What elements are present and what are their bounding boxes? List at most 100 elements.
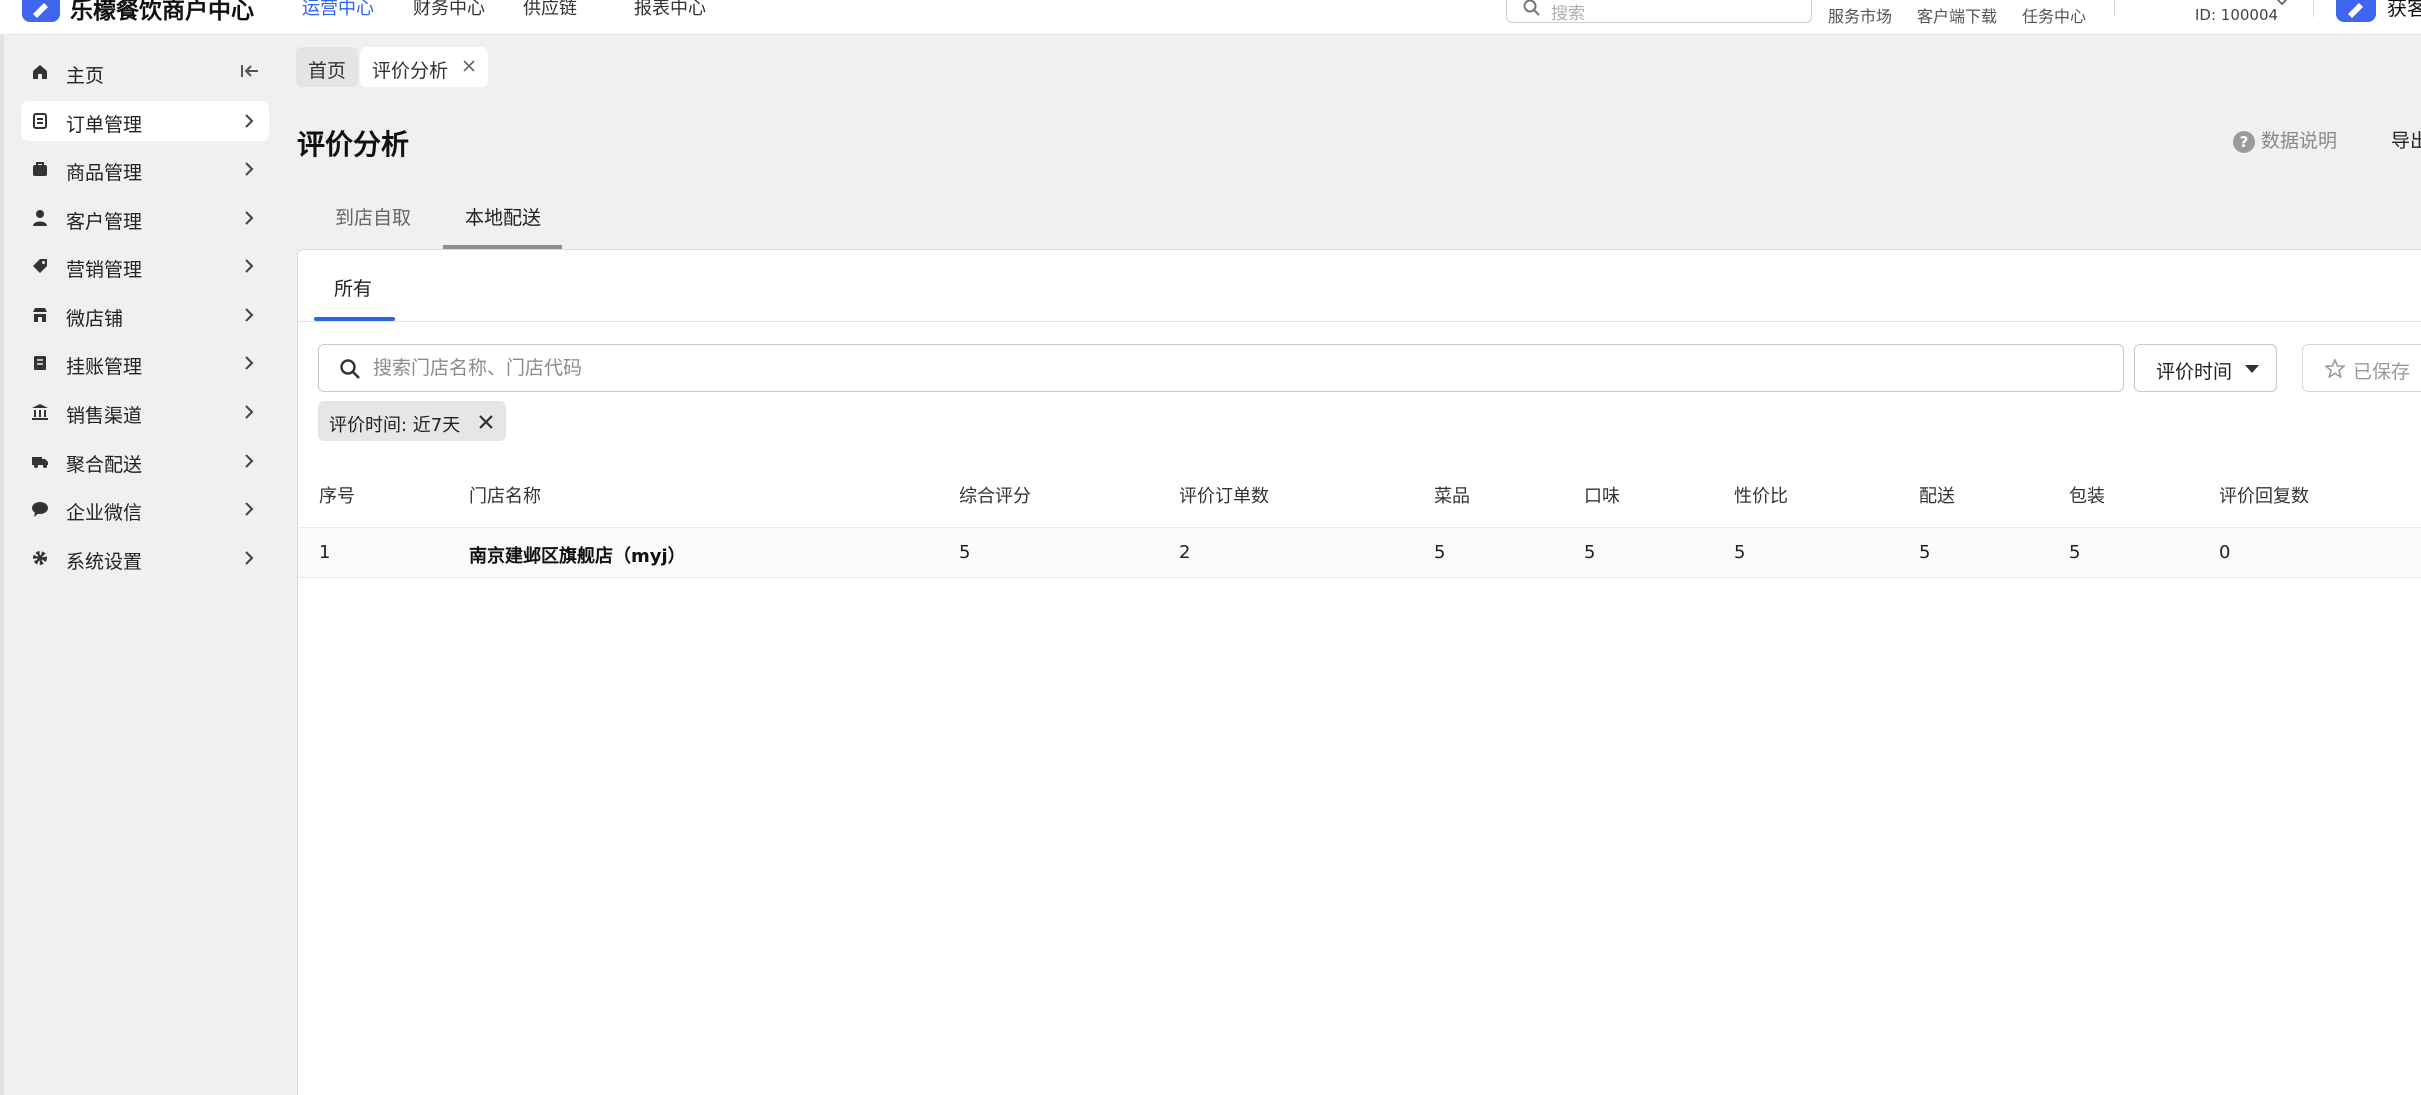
link-service-market[interactable]: 服务市场: [1828, 3, 1892, 27]
sidebar-item-micro-store[interactable]: 微店铺: [21, 295, 269, 335]
customer-icon: [33, 210, 47, 226]
tab-local-delivery[interactable]: 本地配送: [465, 203, 541, 230]
sidebar-item-enterprise-wechat[interactable]: 企业微信: [21, 489, 269, 529]
link-client-download[interactable]: 客户端下载: [1917, 3, 1997, 27]
saved-filters-label: 已保存: [2353, 361, 2411, 383]
table-cell: 5: [2069, 542, 2081, 563]
search-icon: [340, 359, 360, 379]
order-icon: [33, 113, 47, 129]
chevron-right-icon: [245, 405, 254, 419]
column-header-packaging: 包装: [2069, 486, 2105, 507]
table-cell: 2: [1179, 542, 1191, 563]
chevron-right-icon: [245, 114, 254, 128]
tab-pickup[interactable]: 到店自取: [335, 203, 411, 230]
tag-icon: [33, 259, 47, 273]
sidebar-item-label: 系统设置: [66, 551, 143, 573]
sidebar-item-label: 销售渠道: [66, 405, 143, 427]
sidebar-item-home[interactable]: 主页: [21, 52, 269, 92]
sidebar: 主页 订单管理 商品管理 客户管理 营销管理 微店铺 挂账管理 销售渠道 聚合配…: [0, 35, 276, 1095]
data-help-label: 数据说明: [2261, 130, 2338, 152]
page-title: 评价分析: [297, 128, 410, 161]
close-icon[interactable]: [478, 414, 494, 430]
table-cell: 0: [2219, 542, 2231, 563]
home-icon: [33, 65, 47, 79]
ledger-icon: [34, 356, 46, 370]
app-logo-icon[interactable]: [22, 0, 60, 22]
sidebar-item-label: 主页: [66, 65, 105, 87]
user-name[interactable]: 获客: [2387, 0, 2421, 21]
data-help-link[interactable]: ? 数据说明: [2233, 126, 2337, 153]
topnav-operation-center[interactable]: 运营中心: [302, 0, 374, 20]
store-search-field[interactable]: [318, 344, 2124, 392]
sidebar-item-label: 聚合配送: [66, 454, 143, 476]
breadcrumb-home[interactable]: 首页: [296, 47, 359, 87]
review-time-label: 评价时间: [2156, 361, 2233, 383]
sidebar-item-ledger[interactable]: 挂账管理: [21, 343, 269, 383]
store-icon: [33, 308, 47, 322]
review-time-dropdown[interactable]: 评价时间: [2134, 344, 2277, 392]
star-icon: [2325, 359, 2345, 378]
breadcrumb-current[interactable]: 评价分析: [360, 47, 489, 87]
column-header-store-name: 门店名称: [469, 486, 541, 507]
sidebar-item-customers[interactable]: 客户管理: [21, 198, 269, 238]
column-header-review-orders: 评价订单数: [1179, 486, 1269, 507]
divider: [2313, 0, 2314, 17]
chevron-right-icon: [245, 259, 254, 273]
question-icon: ?: [2233, 130, 2255, 153]
sidebar-item-label: 客户管理: [66, 211, 143, 233]
table-cell: 5: [959, 542, 971, 563]
filter-chip-label: 评价时间: 近7天: [329, 415, 461, 436]
saved-filters-button[interactable]: 已保存: [2302, 344, 2421, 392]
sidebar-item-label: 订单管理: [66, 114, 143, 136]
column-header-replies: 评价回复数: [2219, 486, 2309, 507]
top-bar: 乐檬餐饮商户中心 运营中心 财务中心 供应链 报表中心 搜索 服务市场 客户端下…: [0, 0, 2421, 35]
column-header-delivery: 配送: [1919, 486, 1955, 507]
table-cell-store-name[interactable]: 南京建邺区旗舰店（myj）: [469, 542, 686, 568]
gear-icon: [33, 551, 47, 565]
avatar[interactable]: [2336, 0, 2376, 22]
app-title: 乐檬餐饮商户中心: [70, 0, 254, 24]
close-icon[interactable]: [462, 59, 476, 73]
topnav-supply-chain[interactable]: 供应链: [523, 0, 577, 20]
sidebar-item-label: 企业微信: [66, 502, 143, 524]
sidebar-item-settings[interactable]: 系统设置: [21, 538, 269, 578]
link-task-center[interactable]: 任务中心: [2022, 3, 2086, 27]
sidebar-item-marketing[interactable]: 营销管理: [21, 246, 269, 286]
table-cell: 5: [1434, 542, 1446, 563]
sidebar-item-label: 微店铺: [66, 308, 124, 330]
topnav-report-center[interactable]: 报表中心: [634, 0, 706, 20]
sidebar-item-goods[interactable]: 商品管理: [21, 149, 269, 189]
table-cell: 5: [1734, 542, 1746, 563]
top-search-input[interactable]: 搜索: [1506, 0, 1812, 24]
column-header-value: 性价比: [1734, 486, 1788, 507]
filter-chip-review-time: 评价时间: 近7天: [318, 401, 506, 441]
chevron-right-icon: [245, 308, 254, 322]
caret-down-icon: [2245, 365, 2259, 373]
bank-icon: [32, 404, 48, 420]
sidebar-item-label: 挂账管理: [66, 356, 143, 378]
goods-icon: [33, 162, 47, 176]
topnav-finance-center[interactable]: 财务中心: [413, 0, 485, 20]
sidebar-item-label: 营销管理: [66, 259, 143, 281]
chevron-down-icon[interactable]: [2274, 0, 2290, 10]
subtab-all[interactable]: 所有: [334, 274, 372, 301]
sidebar-item-sales-channel[interactable]: 销售渠道: [21, 392, 269, 432]
sidebar-item-label: 商品管理: [66, 162, 143, 184]
store-id[interactable]: ID: 100004: [2195, 6, 2278, 24]
column-header-taste: 口味: [1584, 486, 1620, 507]
chat-icon: [32, 502, 48, 517]
sidebar-item-delivery[interactable]: 聚合配送: [21, 441, 269, 481]
truck-icon: [32, 457, 48, 468]
export-button[interactable]: 导出: [2391, 126, 2421, 153]
table-cell: 5: [1919, 542, 1931, 563]
breadcrumb-current-label: 评价分析: [372, 60, 449, 82]
chevron-right-icon: [245, 502, 254, 516]
column-header-index: 序号: [319, 486, 355, 507]
sidebar-item-orders[interactable]: 订单管理: [21, 101, 269, 141]
column-header-dishes: 菜品: [1434, 486, 1470, 507]
column-header-overall-score: 综合评分: [959, 486, 1031, 507]
chevron-right-icon: [245, 211, 254, 225]
chevron-right-icon: [245, 454, 254, 468]
store-search-input[interactable]: [373, 353, 2073, 383]
search-icon: [1523, 0, 1540, 16]
